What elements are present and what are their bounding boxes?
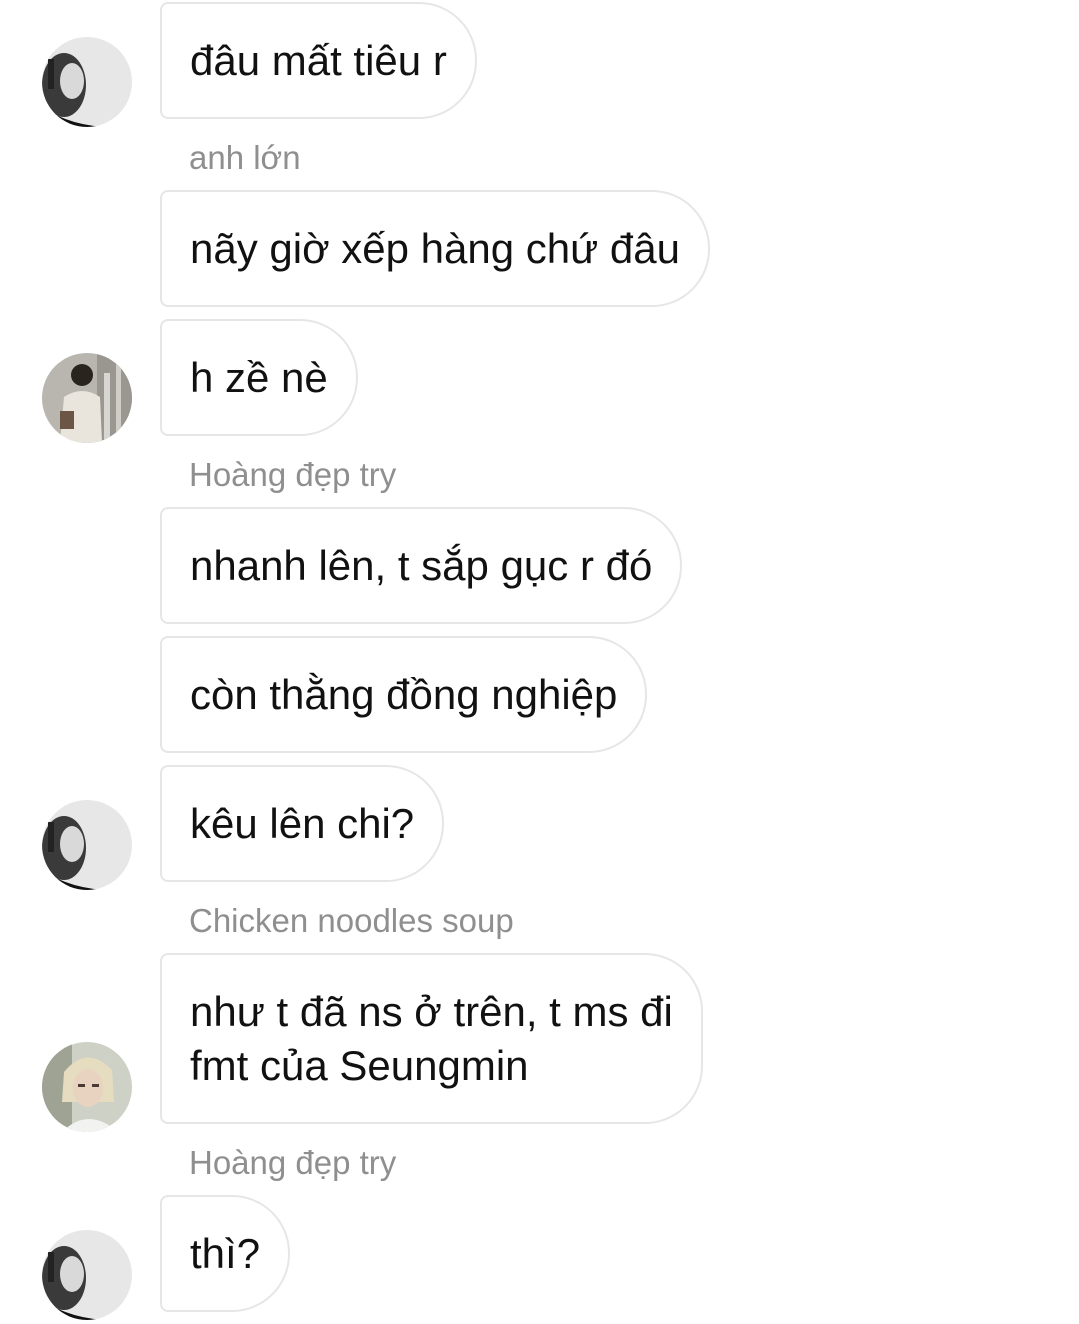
avatar[interactable] — [42, 353, 132, 443]
message-text: h zề nè — [190, 353, 328, 401]
message-text: đâu mất tiêu r — [190, 36, 447, 84]
message-text-line: như t đã ns ở trên, t ms đi — [190, 987, 673, 1035]
message-bubble[interactable]: đâu mất tiêu r — [160, 2, 477, 119]
message-text: nãy giờ xếp hàng chứ đâu — [190, 224, 680, 272]
message-text: như t đã ns ở trên, t ms đi fmt của Seun… — [190, 985, 673, 1093]
street-photo-avatar-icon — [42, 353, 132, 443]
message-text: kêu lên chi? — [190, 799, 415, 847]
avatar[interactable] — [42, 800, 132, 890]
message-text: thì? — [190, 1229, 261, 1277]
sender-name: Hoàng đẹp try — [189, 456, 397, 493]
message-bubble[interactable]: kêu lên chi? — [160, 765, 445, 882]
message-text: còn thằng đồng nghiệp — [190, 670, 618, 718]
message-bubble[interactable]: nhanh lên, t sắp gục r đó — [160, 507, 683, 624]
chat-thread[interactable]: đâu mất tiêu r anh lớn nãy giờ xếp hàng … — [0, 0, 1079, 1324]
sender-name: Hoàng đẹp try — [189, 1144, 397, 1181]
grayscale-profile-photo-icon — [42, 1230, 132, 1320]
message-text: nhanh lên, t sắp gục r đó — [190, 541, 653, 589]
avatar[interactable] — [42, 1230, 132, 1320]
message-bubble[interactable]: như t đã ns ở trên, t ms đi fmt của Seun… — [160, 953, 703, 1124]
avatar[interactable] — [42, 37, 132, 127]
message-bubble[interactable]: thì? — [160, 1195, 291, 1312]
avatar[interactable] — [42, 1042, 132, 1132]
message-text-line: fmt của Seungmin — [190, 1041, 529, 1089]
message-bubble[interactable]: còn thằng đồng nghiệp — [160, 636, 648, 753]
blonde-portrait-avatar-icon — [42, 1042, 132, 1132]
sender-name: Chicken noodles soup — [189, 902, 514, 939]
message-bubble[interactable]: nãy giờ xếp hàng chứ đâu — [160, 190, 710, 307]
grayscale-profile-photo-icon — [42, 37, 132, 127]
sender-name: anh lớn — [189, 139, 301, 176]
grayscale-profile-photo-icon — [42, 800, 132, 890]
message-bubble[interactable]: h zề nè — [160, 319, 358, 436]
